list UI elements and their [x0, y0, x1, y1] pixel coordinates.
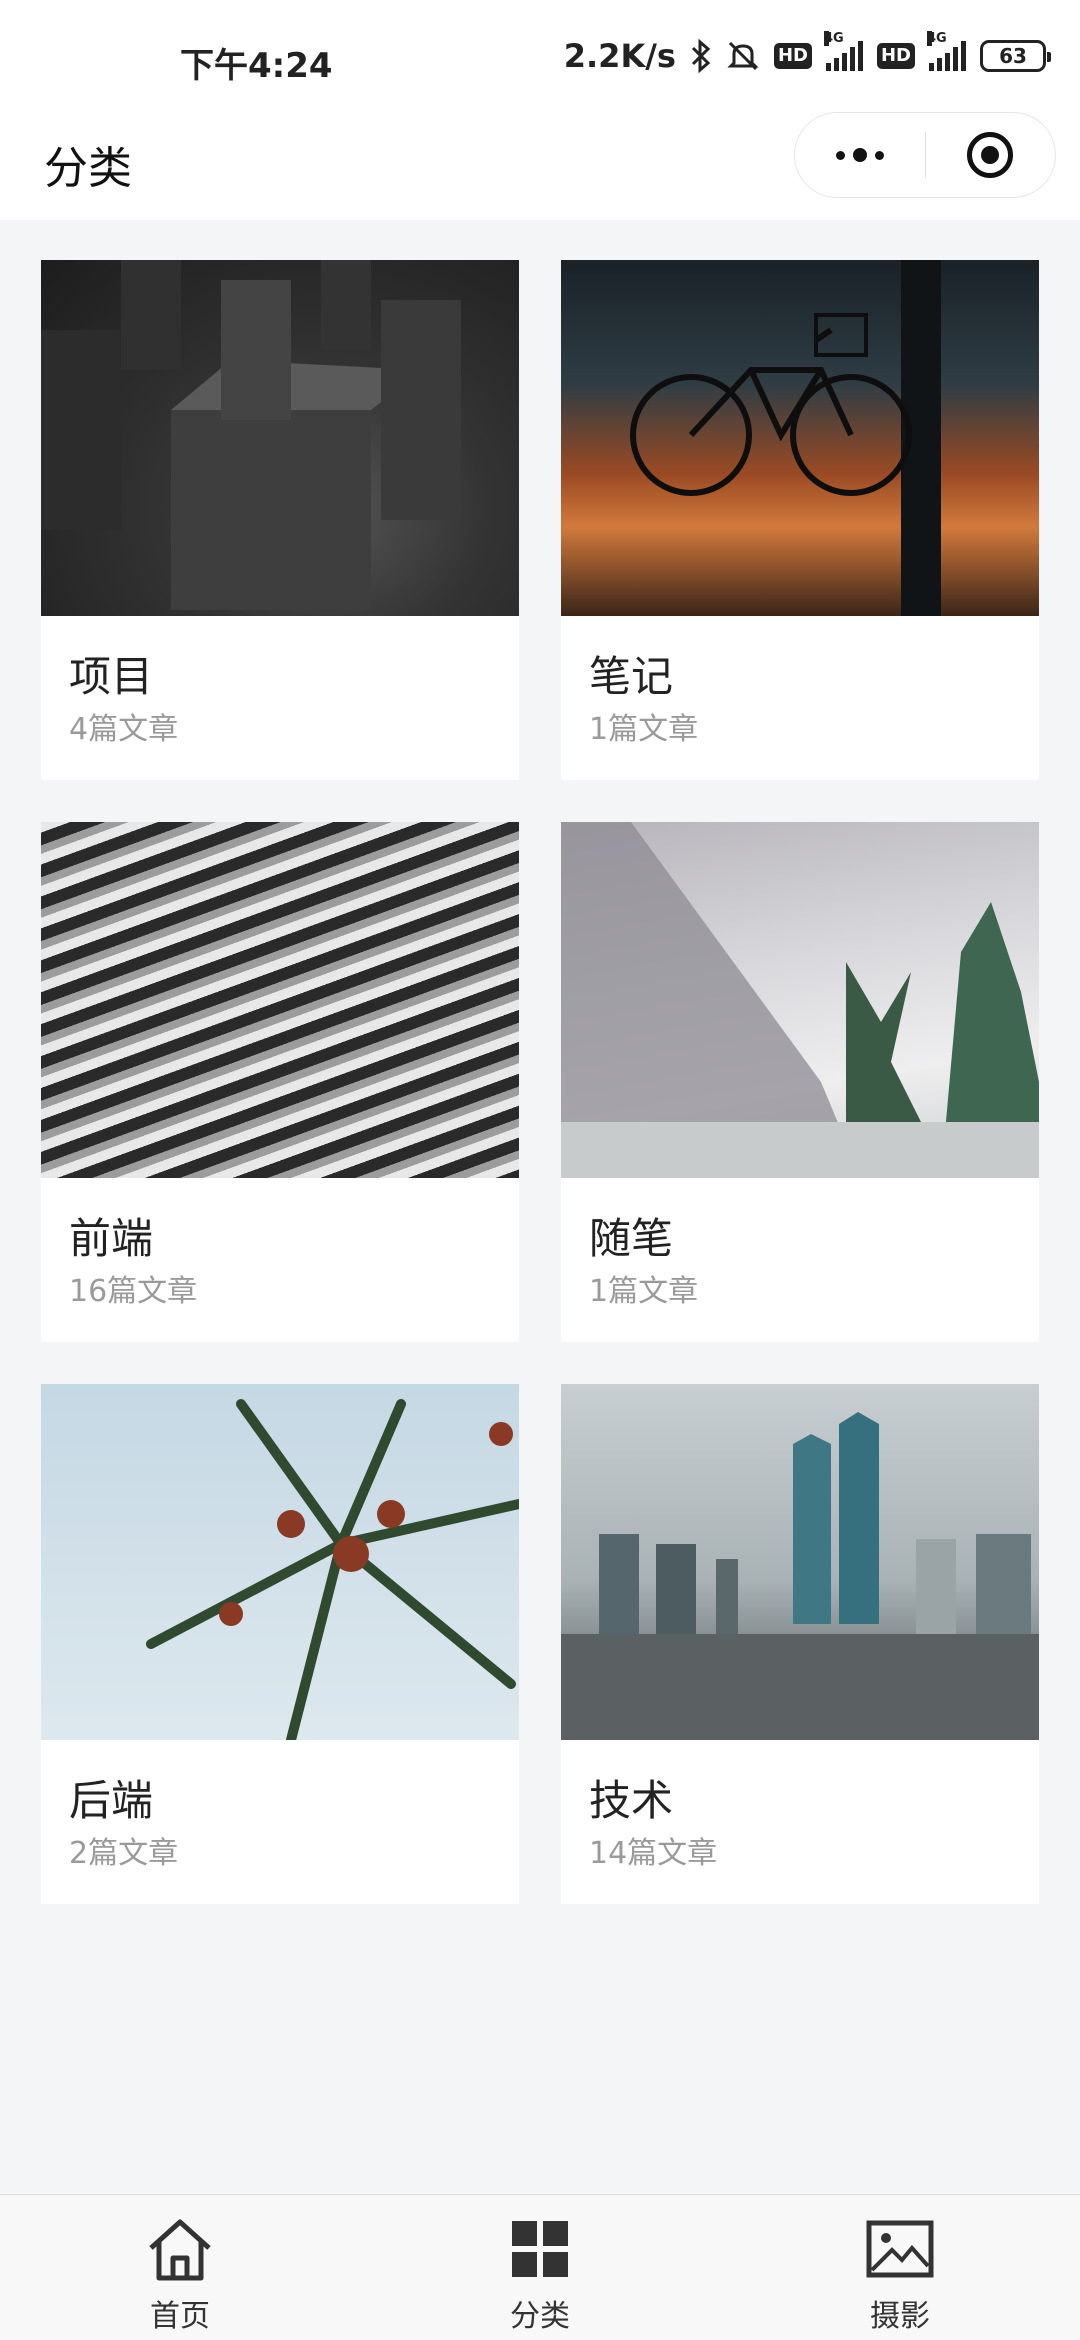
hd-badge: HD — [876, 43, 915, 69]
article-count: 14篇文章 — [589, 1836, 718, 1871]
net-speed: 2.2K/s — [563, 37, 676, 75]
tab-label: 摄影 — [870, 2299, 930, 2334]
target-icon — [967, 132, 1014, 178]
article-count: 1篇文章 — [589, 712, 699, 747]
grid-icon — [504, 2213, 576, 2285]
tab-label: 首页 — [150, 2299, 210, 2334]
article-count: 4篇文章 — [69, 712, 179, 747]
article-count: 16篇文章 — [69, 1274, 198, 1309]
status-bar: 下午4:24 2.2K/s HD 4G HD 4G 63 — [0, 0, 1080, 110]
tab-category[interactable]: 分类 — [360, 2195, 720, 2340]
category-name: 前端 — [69, 1214, 154, 1263]
image-icon — [864, 2213, 936, 2285]
article-count: 2篇文章 — [69, 1836, 179, 1871]
category-card[interactable]: 随笔 1篇文章 — [561, 822, 1039, 1342]
category-name: 随笔 — [589, 1214, 674, 1263]
tab-home[interactable]: 首页 — [0, 2195, 360, 2340]
tab-photography[interactable]: 摄影 — [720, 2195, 1080, 2340]
page-title: 分类 — [44, 143, 132, 194]
category-card[interactable]: 后端 2篇文章 — [41, 1384, 519, 1904]
hd-badge: HD — [773, 43, 812, 69]
close-miniprogram-button[interactable] — [926, 112, 1056, 198]
article-count: 1篇文章 — [589, 1274, 699, 1309]
category-card[interactable]: 技术 14篇文章 — [561, 1384, 1039, 1904]
signal-icon: 4G — [823, 31, 863, 71]
category-image-city-skyline — [561, 1384, 1039, 1740]
battery-icon: 63 — [980, 40, 1051, 72]
category-name: 项目 — [69, 652, 154, 701]
category-name: 后端 — [69, 1776, 154, 1825]
more-button[interactable] — [795, 112, 925, 198]
tab-bar: 首页 分类 摄影 — [0, 2194, 1080, 2340]
category-card[interactable]: 项目 4篇文章 — [41, 260, 519, 780]
category-card[interactable]: 笔记 1篇文章 — [561, 260, 1039, 780]
miniprogram-capsule — [794, 112, 1056, 198]
category-grid: 项目 4篇文章 笔记 1篇文章 前端 16篇文章 随笔 1篇文章 后端 2篇文章… — [41, 260, 1039, 1904]
tab-label: 分类 — [510, 2299, 570, 2334]
category-image-stone-pillars — [41, 260, 519, 616]
category-image-bicycle-night — [561, 260, 1039, 616]
home-icon — [144, 2213, 216, 2285]
battery-level: 63 — [999, 44, 1027, 68]
category-image-palm-branches — [41, 1384, 519, 1740]
more-icon — [835, 148, 884, 162]
status-icons: 2.2K/s HD 4G HD 4G 63 — [563, 31, 1051, 78]
category-name: 笔记 — [589, 652, 674, 701]
signal-icon: 4G — [927, 31, 966, 71]
category-image-foggy-mountain — [561, 822, 1039, 1178]
mute-bell-icon — [726, 39, 760, 73]
nav-header: 分类 — [0, 110, 1080, 220]
network-type: 4G — [823, 31, 844, 46]
category-card[interactable]: 前端 16篇文章 — [41, 822, 519, 1342]
bluetooth-icon — [690, 39, 712, 73]
category-name: 技术 — [589, 1776, 674, 1825]
network-type: 4G — [927, 31, 947, 46]
category-image-wood-texture — [41, 822, 519, 1178]
status-time: 下午4:24 — [180, 46, 333, 86]
